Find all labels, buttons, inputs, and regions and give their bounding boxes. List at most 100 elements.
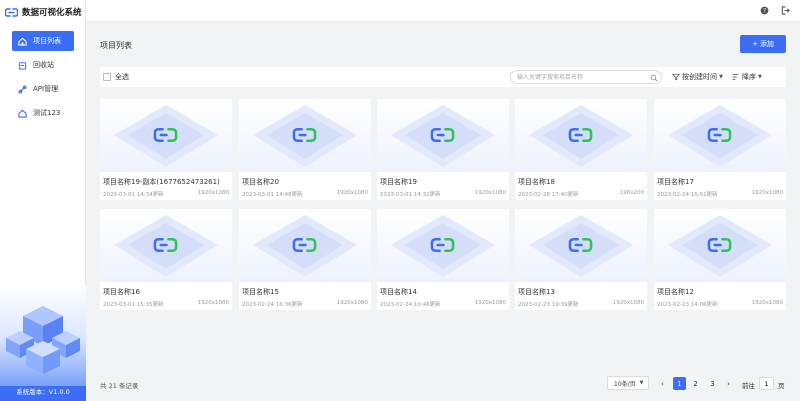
project-updated-time: 2023-03-01 14:48更新 — [242, 192, 303, 198]
project-thumbnail[interactable] — [239, 209, 371, 282]
select-all-label[interactable]: 全选 — [115, 72, 129, 82]
app-logo: 数据可视化系统 — [5, 5, 82, 19]
page-1-button[interactable]: 1 — [673, 377, 686, 390]
project-updated-time: 2023-02-28 17:40更新 — [518, 192, 579, 198]
project-card[interactable]: 项目名称20 2023-03-01 14:48更新 1920x1080 — [239, 99, 371, 200]
project-logo-icon — [430, 237, 455, 253]
project-updated-time: 2023-02-24 16:36更新 — [242, 302, 303, 308]
project-resolution: 1920x1080 — [474, 190, 506, 196]
goto-label: 前往 — [742, 382, 755, 390]
chevron-down-icon: ▼ — [758, 74, 762, 80]
project-card[interactable]: 项目名称17 2023-02-24 15:51更新 1920x1080 — [654, 99, 786, 200]
top-bar: ? — [86, 0, 800, 22]
project-resolution: 1920x1080 — [751, 190, 783, 196]
sidebar-item-project-list[interactable]: 项目列表 — [12, 31, 74, 51]
page-size-select[interactable]: 10条/页 ▼ — [607, 376, 649, 390]
project-logo-icon — [568, 127, 593, 143]
chevron-down-icon: ▼ — [639, 380, 644, 386]
project-resolution: 1920x1080 — [197, 300, 229, 306]
project-updated-time: 2023-02-23 14:06更新 — [657, 302, 718, 308]
project-thumbnail[interactable] — [377, 209, 509, 282]
search-icon[interactable] — [650, 74, 658, 82]
project-resolution: 1920x1080 — [751, 300, 783, 306]
project-card[interactable]: 项目名称19-副本(1677652473261) 2023-03-01 14:34… — [100, 99, 232, 200]
sidebar-item-label: 回收站 — [33, 61, 54, 69]
page-3-button[interactable]: 3 — [706, 377, 719, 390]
project-resolution: 1920x1080 — [197, 190, 229, 196]
project-name: 项目名称17 — [657, 178, 694, 186]
project-resolution: 198x200 — [619, 190, 644, 196]
project-card[interactable]: 项目名称19 2023-03-01 14:32更新 1920x1080 — [377, 99, 509, 200]
sidebar-item-label: 测试123 — [33, 109, 61, 117]
project-thumbnail[interactable] — [100, 99, 232, 172]
chevron-down-icon: ▼ — [719, 74, 723, 80]
sidebar-item-api[interactable]: API管理 — [12, 79, 74, 99]
sort-order-label: 降序 — [742, 73, 756, 81]
project-thumbnail[interactable] — [654, 209, 786, 282]
sort-by-dropdown[interactable]: 按创建时间 ▼ — [672, 72, 723, 82]
project-name: 项目名称14 — [380, 288, 417, 296]
plus-icon: + — [752, 40, 758, 48]
sidebar-item-label: API管理 — [33, 85, 59, 93]
server-cubes-illustration — [0, 306, 86, 401]
search-input[interactable] — [517, 73, 647, 82]
goto-page-input[interactable] — [759, 377, 774, 390]
sidebar-item-test123[interactable]: 测试123 — [12, 103, 74, 123]
project-updated-time: 2023-02-23 19:39更新 — [518, 302, 579, 308]
project-logo-icon — [707, 127, 732, 143]
prev-page-button[interactable]: ‹ — [656, 377, 669, 390]
project-card[interactable]: 项目名称14 2023-02-24 10:46更新 1920x1080 — [377, 209, 509, 310]
project-logo-icon — [292, 127, 317, 143]
project-thumbnail[interactable] — [100, 209, 232, 282]
system-version: 系统版本：V1.0.0 — [16, 388, 70, 396]
project-name: 项目名称15 — [242, 288, 279, 296]
select-all-checkbox[interactable] — [103, 73, 111, 81]
project-thumbnail[interactable] — [654, 99, 786, 172]
api-link-icon — [18, 84, 27, 94]
project-resolution: 1920x1080 — [336, 300, 368, 306]
add-button-label: 添加 — [759, 40, 774, 48]
app-title: 数据可视化系统 — [22, 8, 82, 18]
project-name: 项目名称13 — [518, 288, 555, 296]
project-thumbnail[interactable] — [377, 99, 509, 172]
page-size-label: 10条/页 — [614, 380, 636, 388]
sort-order-dropdown[interactable]: 降序 ▼ — [732, 72, 762, 82]
logout-icon[interactable] — [781, 6, 790, 15]
project-name: 项目名称19 — [380, 178, 417, 186]
project-thumbnail[interactable] — [515, 99, 647, 172]
page-2-button[interactable]: 2 — [689, 377, 702, 390]
project-thumbnail[interactable] — [239, 99, 371, 172]
project-resolution: 1920x1080 — [612, 300, 644, 306]
project-logo-icon — [153, 237, 178, 253]
page-title: 项目列表 — [100, 41, 132, 50]
add-project-button[interactable]: + 添加 — [740, 35, 786, 53]
sidebar: 数据可视化系统 项目列表 回收站 API管理 测试123 系统版本：V1.0.0 — [0, 0, 86, 401]
goto-unit: 页 — [778, 382, 785, 390]
project-logo-icon — [707, 237, 732, 253]
project-updated-time: 2023-02-24 15:51更新 — [657, 192, 718, 198]
project-resolution: 1920x1080 — [474, 300, 506, 306]
sort-by-label: 按创建时间 — [682, 73, 717, 81]
project-name: 项目名称19-副本(1677652473261) — [103, 178, 220, 186]
project-card[interactable]: 项目名称15 2023-02-24 16:36更新 1920x1080 — [239, 209, 371, 310]
project-card[interactable]: 项目名称18 2023-02-28 17:40更新 198x200 — [515, 99, 647, 200]
project-card[interactable]: 项目名称12 2023-02-23 14:06更新 1920x1080 — [654, 209, 786, 310]
project-logo-icon — [430, 127, 455, 143]
project-card[interactable]: 项目名称16 2023-03-01 15:35更新 1920x1080 — [100, 209, 232, 310]
project-name: 项目名称18 — [518, 178, 555, 186]
project-updated-time: 2023-03-01 14:34更新 — [103, 192, 164, 198]
project-card[interactable]: 项目名称13 2023-02-23 19:39更新 1920x1080 — [515, 209, 647, 310]
project-logo-icon — [292, 237, 317, 253]
svg-text:?: ? — [763, 9, 766, 15]
project-name: 项目名称16 — [103, 288, 140, 296]
sidebar-item-recycle-bin[interactable]: 回收站 — [12, 55, 74, 75]
project-logo-icon — [568, 237, 593, 253]
sidebar-item-label: 项目列表 — [33, 37, 61, 45]
help-icon[interactable]: ? — [760, 6, 769, 15]
next-page-button[interactable]: › — [722, 377, 735, 390]
home-icon — [18, 37, 27, 46]
project-resolution: 1920x1080 — [336, 190, 368, 196]
project-thumbnail[interactable] — [515, 209, 647, 282]
sidebar-nav: 项目列表 回收站 API管理 测试123 — [0, 31, 86, 127]
project-updated-time: 2023-03-01 14:32更新 — [380, 192, 441, 198]
